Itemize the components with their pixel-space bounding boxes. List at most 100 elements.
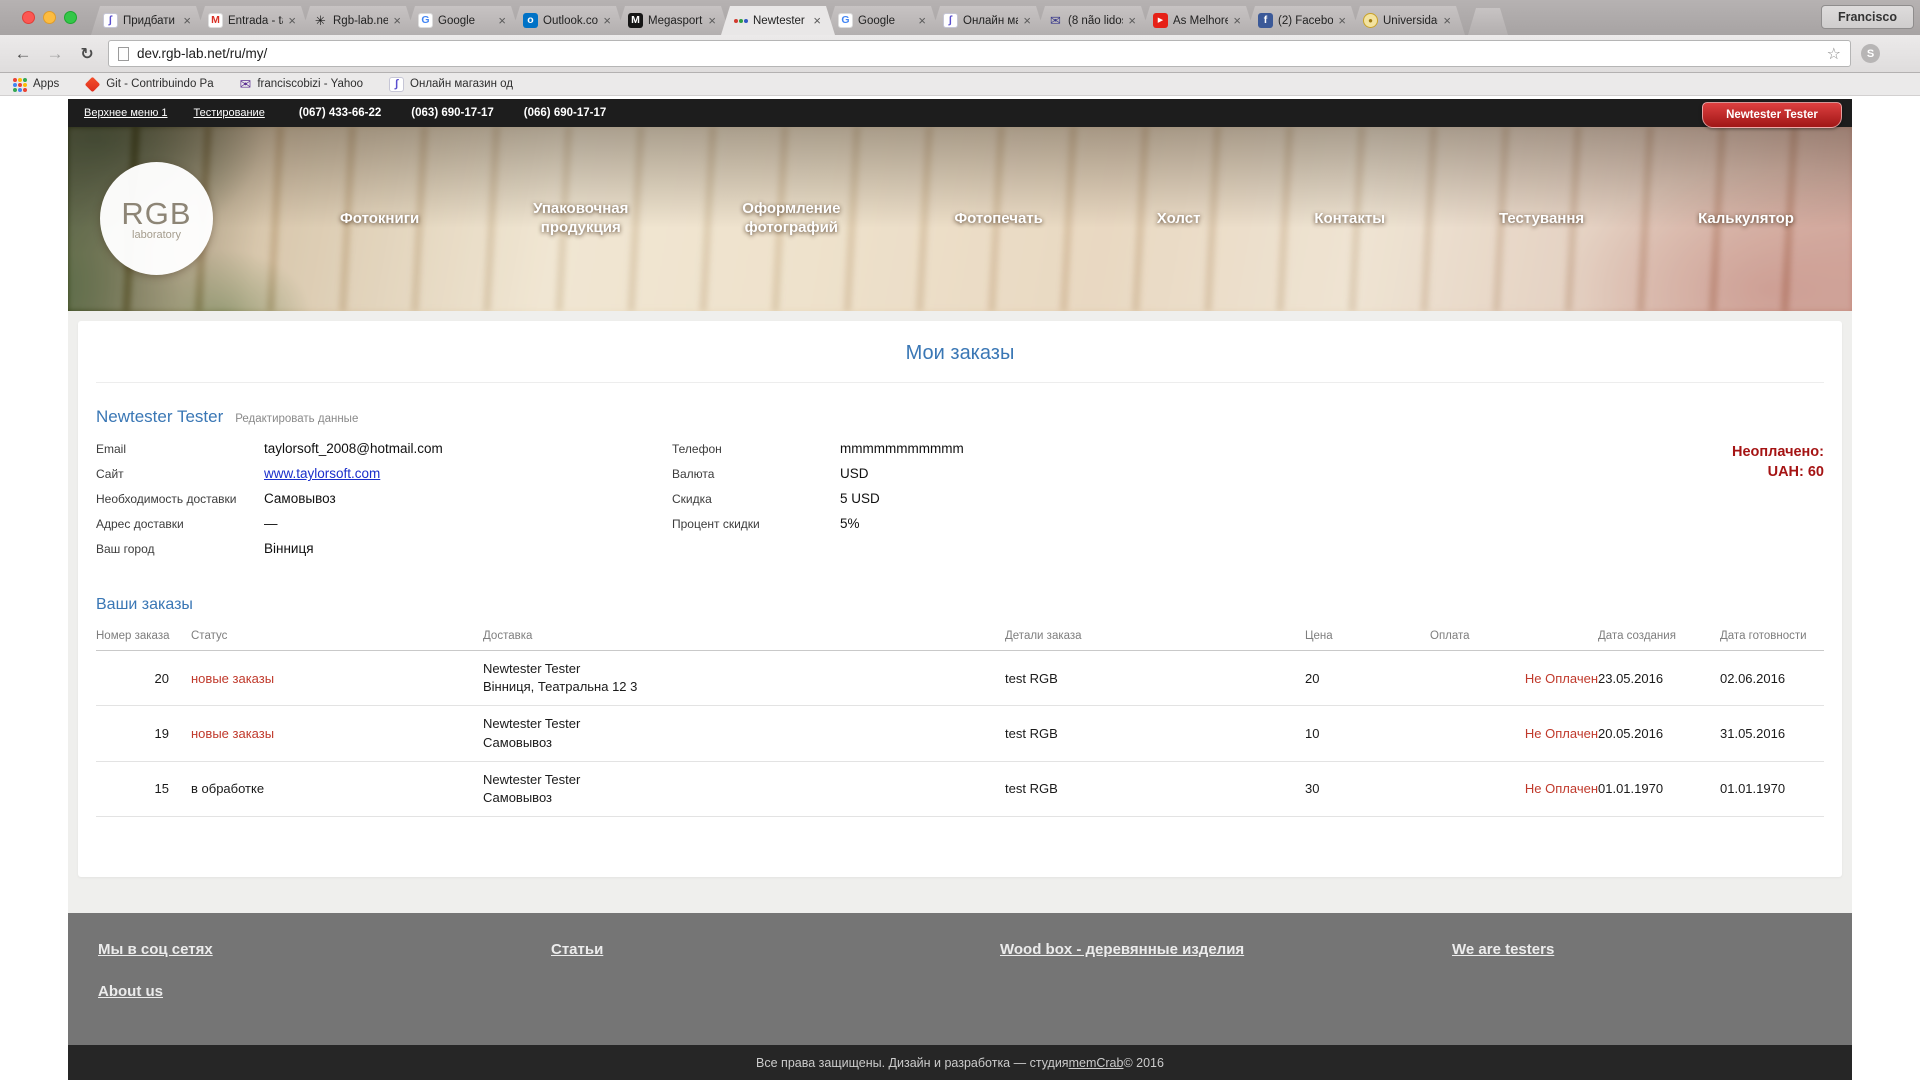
tab-strip: Придбати шта × Entrada - taylor × Rgb-la… [0,0,1920,35]
tab-close-icon[interactable]: × [183,14,191,27]
profile-field-row: Сайтwww.taylorsoft.com [96,466,672,481]
site-body: Верхнее меню 1Тестирование (067) 433-66-… [68,99,1852,1080]
nav-item[interactable]: Фотопечать [954,210,1043,229]
tab-close-icon[interactable]: × [813,14,821,27]
cell-payment: Не Оплачен [1430,651,1598,706]
field-value[interactable]: www.taylorsoft.com [264,466,380,481]
tab-close-icon[interactable]: × [918,14,926,27]
bookmark-item[interactable]: franciscobizi - Yahoo [240,76,363,93]
browser-tab[interactable]: (2) Facebook × [1246,6,1360,35]
bookmark-item[interactable]: Git - Contribuindo Pa [85,78,213,90]
cell-delivery: Newtester Tester Самовывоз [483,706,1005,761]
topbar-link[interactable]: Верхнее меню 1 [84,107,168,119]
field-value: Самовывоз [264,491,336,506]
cell-payment: Не Оплачен [1430,761,1598,816]
tab-close-icon[interactable]: × [498,14,506,27]
footer-link[interactable]: Wood box - деревянные изделия [1000,941,1244,958]
orders-table: Номер заказаСтатусДоставкаДетали заказаЦ… [96,622,1824,817]
tab-close-icon[interactable]: × [1338,14,1346,27]
profile-fields-right: ТелефонmmmmmmmmmmmВалютаUSDСкидка5 USDПр… [672,441,964,566]
footer-link[interactable]: Мы в соц сетях [98,941,213,958]
browser-tab[interactable]: Rgb-lab.net - A × [301,6,415,35]
table-row: 19новые заказыNewtester Tester Самовывоз… [96,706,1824,761]
tab-close-icon[interactable]: × [708,14,716,27]
browser-tab[interactable]: (8 não lidos) - f × [1036,6,1150,35]
tab-close-icon[interactable]: × [1128,14,1136,27]
tab-close-icon[interactable]: × [603,14,611,27]
reload-icon[interactable]: ↻ [76,44,98,64]
cell-price: 30 [1305,761,1430,816]
browser-tab[interactable]: Google × [826,6,940,35]
profile-field-row: Адрес доставки— [96,516,672,531]
new-tab-button[interactable] [1468,8,1508,35]
address-bar[interactable]: dev.rgb-lab.net/ru/my/ ☆ [108,40,1851,67]
minimize-window-button[interactable] [43,11,56,24]
browser-tab[interactable]: Онлайн магази × [931,6,1045,35]
browser-tab[interactable]: Придбати шта × [91,6,205,35]
close-window-button[interactable] [22,11,35,24]
nav-item[interactable]: Холст [1157,210,1201,229]
bookmark-item[interactable]: Онлайн магазин од [389,77,513,92]
bookmark-item[interactable]: Apps [12,78,59,91]
bookmark-star-icon[interactable]: ☆ [1827,44,1841,64]
field-label: Телефон [672,441,840,456]
field-label: Скидка [672,491,840,506]
integral-icon [943,13,958,28]
extension-s-icon[interactable]: S [1861,44,1880,63]
browser-toolbar: ← → ↻ dev.rgb-lab.net/ru/my/ ☆ S [0,35,1920,73]
url-text[interactable]: dev.rgb-lab.net/ru/my/ [137,46,1819,61]
nav-item[interactable]: Тестування [1499,210,1584,229]
topbar-phone: (066) 690-17-17 [524,107,606,119]
field-label: Валюта [672,466,840,481]
nav-item[interactable]: Контакты [1314,210,1385,229]
field-value: 5 USD [840,491,880,506]
logo-subtitle: laboratory [132,229,181,241]
browser-tab[interactable]: Universidade L × [1351,6,1465,35]
footer-link-about[interactable]: About us [98,983,163,1000]
edit-profile-link[interactable]: Редактировать данные [235,413,358,425]
tab-close-icon[interactable]: × [1233,14,1241,27]
nav-item[interactable]: Упаковочная продукция [533,200,628,238]
fullscreen-window-button[interactable] [64,11,77,24]
nav-item[interactable]: Калькулятор [1698,210,1794,229]
cell-payment: Не Оплачен [1430,706,1598,761]
browser-tab[interactable]: As Melhores M × [1141,6,1255,35]
topbar-links: Верхнее меню 1 Тестирование [84,107,265,119]
main-navigation: Фотокниги Упаковочная продукция Оформление… [340,127,1794,311]
footer-link[interactable]: Статьи [551,941,603,958]
topbar-link[interactable]: Тестирование [194,107,265,119]
field-value: 5% [840,516,860,531]
tab-close-icon[interactable]: × [393,14,401,27]
nav-item[interactable]: Фотокниги [340,210,419,229]
table-row: 20новые заказыNewtester Tester Вінниця, … [96,651,1824,706]
column-header: Цена [1305,622,1430,651]
bookmark-label: Apps [33,78,59,90]
browser-tab[interactable]: Newtester Test × [721,6,835,35]
tab-close-icon[interactable]: × [1443,14,1451,27]
site-logo[interactable]: RGB laboratory [100,162,213,275]
browser-menu-icon[interactable] [1890,46,1908,62]
logo-title: RGB [121,196,191,232]
tab-close-icon[interactable]: × [288,14,296,27]
unpaid-amount: UAH: 60 [1732,463,1824,483]
cell-created: 23.05.2016 [1598,651,1720,706]
browser-tab[interactable]: Google × [406,6,520,35]
forward-icon[interactable]: → [44,44,66,64]
back-icon[interactable]: ← [12,44,34,64]
tab-close-icon[interactable]: × [1023,14,1031,27]
browser-profile-button[interactable]: Francisco [1821,5,1914,29]
user-account-button[interactable]: Newtester Tester [1702,102,1842,128]
profile-field-row: Процент скидки5% [672,516,964,531]
browser-tab[interactable]: Outlook.com - t × [511,6,625,35]
bookmarks-bar: Apps Git - Contribuindo Pa franciscobizi -… [0,73,1920,96]
browser-tab[interactable]: Entrada - taylor × [196,6,310,35]
memcrab-link[interactable]: memCrab [1069,1056,1124,1070]
profile-field-row: Необходимость доставкиСамовывоз [96,491,672,506]
nav-item[interactable]: Оформление фотографий [742,200,840,238]
browser-tab[interactable]: Megasport.ua - × [616,6,730,35]
git-icon [85,76,101,92]
footer-link[interactable]: We are testers [1452,941,1554,958]
field-value: Вінниця [264,541,314,556]
orders-card: Мои заказы Newtester Tester Редактироват… [78,321,1842,877]
site-header: RGB laboratory Фотокниги Упаковочная прод… [68,127,1852,311]
